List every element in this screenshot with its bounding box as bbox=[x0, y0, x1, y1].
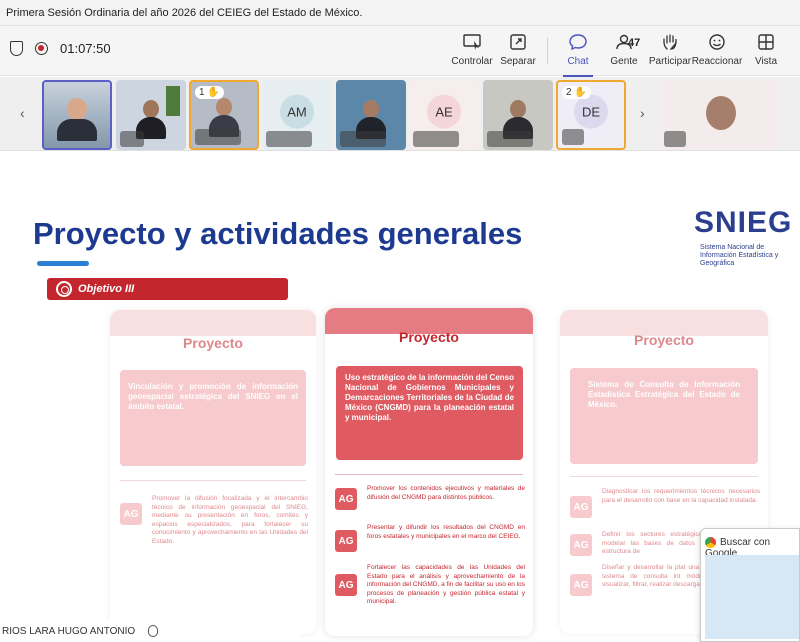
objective-banner: Objetivo III bbox=[47, 278, 288, 300]
chat-label: Chat bbox=[567, 56, 589, 67]
activity-tag: AG bbox=[120, 503, 142, 525]
participar-button[interactable]: Participar bbox=[643, 34, 697, 67]
controlar-label: Controlar bbox=[451, 56, 493, 67]
participant-status-badge bbox=[562, 129, 584, 145]
participant-tile[interactable] bbox=[483, 80, 553, 150]
window-titlebar: Primera Sesión Ordinaria del año 2026 de… bbox=[0, 0, 800, 26]
participant-initials: AE bbox=[435, 104, 453, 120]
mic-muted-icon bbox=[148, 625, 158, 637]
search-popup[interactable]: Buscar con Google bbox=[700, 528, 800, 642]
card-title: Proyecto bbox=[183, 335, 243, 351]
reaccionar-button[interactable]: Reaccionar bbox=[690, 34, 744, 67]
meeting-timer: 01:07:50 bbox=[60, 41, 111, 56]
participant-tile[interactable]: DE 2 ✋ bbox=[556, 80, 626, 150]
participant-initials: AM bbox=[287, 104, 307, 120]
participant-video bbox=[57, 98, 97, 141]
activity-text: Fortalecer las capacidades de las Unidad… bbox=[367, 564, 525, 605]
activity-text: Promover la difusión focalizada y el int… bbox=[152, 495, 308, 545]
card-divider bbox=[335, 474, 523, 475]
objective-label: Objetivo III bbox=[78, 283, 135, 295]
toolbar-divider bbox=[547, 38, 548, 64]
participant-tile[interactable]: AE bbox=[409, 80, 479, 150]
shield-icon[interactable] bbox=[10, 41, 23, 56]
grid-view-icon bbox=[758, 34, 774, 50]
chat-icon bbox=[569, 34, 587, 50]
speaker-name: RIOS LARA HUGO ANTONIO bbox=[2, 626, 136, 637]
popout-icon bbox=[510, 34, 526, 50]
participant-tile[interactable] bbox=[116, 80, 186, 150]
participant-status-badge bbox=[266, 131, 312, 147]
activity-tag: AG bbox=[335, 574, 357, 596]
speaker-name-bar: RIOS LARA HUGO ANTONIO bbox=[0, 620, 300, 642]
activity-tag: AG bbox=[570, 574, 592, 596]
project-card: Proyecto Uso estratégico de la informaci… bbox=[325, 308, 533, 636]
project-card: Proyecto Vinculación y promoción de info… bbox=[110, 310, 316, 634]
card-title: Proyecto bbox=[399, 329, 459, 345]
recording-icon bbox=[35, 42, 48, 55]
raised-hand-order: 2 bbox=[566, 87, 572, 98]
project-description: Uso estratégico de la información del Ce… bbox=[336, 366, 523, 460]
participant-status-badge bbox=[487, 131, 533, 147]
gente-label: Gente bbox=[610, 56, 638, 67]
selection-area bbox=[705, 555, 799, 639]
title-underline bbox=[37, 261, 89, 266]
activity-tag: AG bbox=[335, 488, 357, 510]
separar-button[interactable]: Separar bbox=[491, 34, 545, 67]
slide: Proyecto y actividades generales SNIEG S… bbox=[0, 172, 800, 636]
chrome-icon bbox=[705, 537, 716, 548]
participant-tile[interactable]: 1 ✋ bbox=[189, 80, 259, 150]
activity-tag: AG bbox=[570, 534, 592, 556]
smile-icon bbox=[709, 34, 725, 50]
participant-status-badge bbox=[120, 131, 144, 147]
separar-label: Separar bbox=[500, 56, 536, 67]
raise-hand-icon bbox=[663, 34, 677, 50]
strip-next-arrow[interactable]: › bbox=[640, 105, 645, 121]
target-icon bbox=[56, 281, 72, 297]
participant-status-badge bbox=[664, 131, 686, 147]
activity-tag: AG bbox=[335, 530, 357, 552]
slide-title: Proyecto y actividades generales bbox=[33, 216, 523, 251]
participant-initials: DE bbox=[581, 104, 601, 120]
strip-prev-arrow[interactable]: ‹ bbox=[20, 105, 25, 121]
activity-text: Promover los contenidos ejecutivos y mat… bbox=[367, 485, 525, 501]
participant-tile[interactable] bbox=[660, 80, 780, 150]
raised-hand-badge: 2 ✋ bbox=[562, 86, 591, 99]
reaccionar-label: Reaccionar bbox=[691, 56, 743, 67]
participant-status-badge bbox=[340, 131, 386, 147]
participant-tile[interactable] bbox=[336, 80, 406, 150]
card-title: Proyecto bbox=[634, 332, 694, 348]
participant-count: 47 bbox=[628, 37, 641, 49]
shared-screen: Proyecto y actividades generales SNIEG S… bbox=[0, 152, 800, 636]
participant-strip: ‹ 1 ✋ AM AE DE 2 ✋ › bbox=[0, 77, 800, 151]
participar-label: Participar bbox=[648, 56, 692, 67]
vista-label: Vista bbox=[754, 56, 778, 67]
participant-avatar: AM bbox=[280, 94, 314, 129]
participant-photo bbox=[706, 96, 736, 130]
activity-text: Diagnosticar los requerimientos técnicos… bbox=[602, 488, 760, 504]
participant-status-badge bbox=[413, 131, 459, 147]
raised-hand-order: 1 bbox=[199, 87, 205, 98]
meeting-toolbar: 01:07:50 Controlar Separar Chat Gente 47… bbox=[0, 26, 800, 77]
project-description: Vinculación y promoción de información g… bbox=[120, 370, 306, 466]
project-description: Sistema de Consulta de Información Estad… bbox=[570, 368, 758, 464]
participant-avatar: DE bbox=[574, 94, 608, 129]
raised-hand-badge: 1 ✋ bbox=[195, 86, 224, 99]
card-divider bbox=[120, 480, 306, 481]
snieg-logo-subtitle: Sistema Nacional de Información Estadíst… bbox=[700, 244, 779, 267]
card-divider bbox=[570, 476, 758, 477]
participant-tile[interactable] bbox=[42, 80, 112, 150]
window-title: Primera Sesión Ordinaria del año 2026 de… bbox=[6, 7, 363, 19]
participant-avatar: AE bbox=[427, 94, 461, 129]
activity-tag: AG bbox=[570, 496, 592, 518]
card-header-band bbox=[110, 310, 316, 336]
snieg-logo: SNIEG bbox=[694, 206, 793, 239]
participant-tile[interactable]: AM bbox=[262, 80, 332, 150]
participant-status-badge bbox=[195, 129, 241, 145]
vista-button[interactable]: Vista bbox=[739, 34, 793, 67]
activity-text: Presentar y difundir los resultados del … bbox=[367, 524, 525, 540]
monitor-pointer-icon bbox=[463, 34, 481, 50]
